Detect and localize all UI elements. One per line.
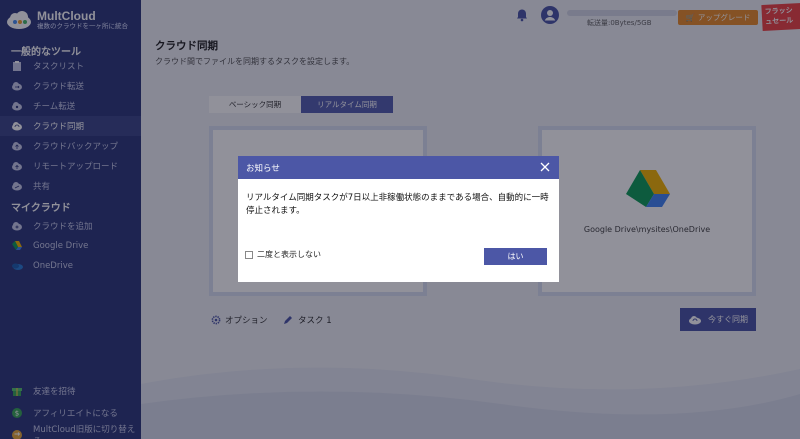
dont-show-again-checkbox[interactable]: [245, 250, 253, 259]
ok-button[interactable]: はい: [484, 248, 547, 265]
notice-dialog: お知らせ リアルタイム同期タスクが7日以上非稼働状態のままである場合、自動的に一…: [238, 156, 559, 282]
dialog-header: お知らせ: [238, 156, 559, 179]
dont-show-again-label: 二度と表示しない: [257, 250, 321, 259]
close-icon[interactable]: [540, 162, 550, 172]
dont-show-again-option[interactable]: 二度と表示しない: [245, 249, 321, 260]
dialog-message: リアルタイム同期タスクが7日以上非稼働状態のままである場合、自動的に一時停止され…: [246, 193, 549, 216]
dialog-title: お知らせ: [246, 163, 280, 174]
